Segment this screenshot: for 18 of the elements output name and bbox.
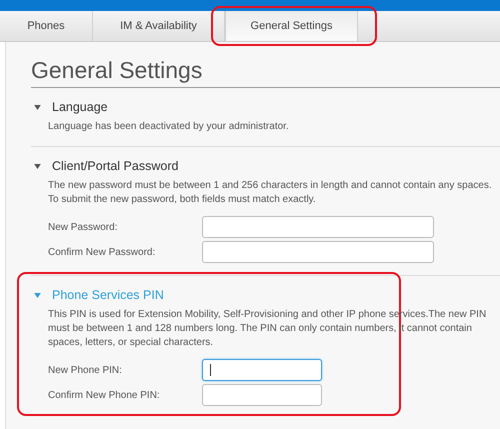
input-field[interactable]	[202, 359, 322, 381]
input-field[interactable]	[202, 384, 322, 406]
field-label: Confirm New Password:	[48, 246, 156, 258]
field-label: New Phone PIN:	[48, 364, 123, 376]
page-title: General Settings	[31, 42, 500, 88]
section-heading[interactable]: Client/Portal Password	[52, 159, 178, 173]
tab[interactable]: Phones	[0, 11, 93, 41]
section-description: The new password must be between 1 and 256 characters in length and cannot contain any spaces. To submit the new password, both fields must match exactly.	[48, 179, 493, 207]
section-description: Language has been deactivated by your administrator.	[48, 120, 290, 134]
text-cursor	[210, 364, 211, 376]
section-heading[interactable]: Language	[52, 100, 108, 114]
input-field[interactable]	[202, 216, 434, 238]
expand-triangle-icon[interactable]	[34, 164, 41, 168]
input-field[interactable]	[202, 241, 434, 263]
field-label: New Password:	[48, 222, 118, 232]
expand-triangle-icon[interactable]	[34, 104, 41, 110]
field-label: Confirm New Phone PIN:	[48, 390, 161, 400]
tab[interactable]: General Settings	[225, 11, 358, 41]
